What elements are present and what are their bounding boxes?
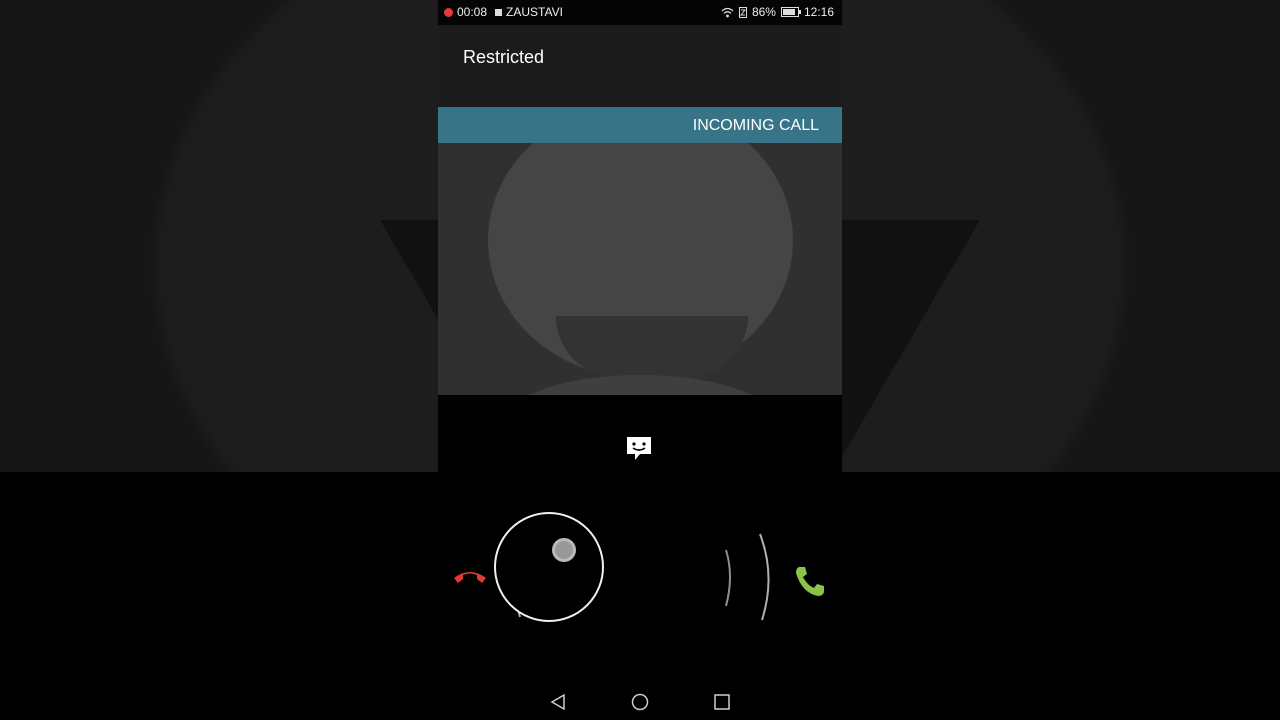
home-icon[interactable] (631, 693, 649, 711)
battery-percent: 86% (751, 5, 776, 19)
swipe-wave-right (725, 533, 770, 621)
call-actions-area (438, 395, 842, 472)
phone-screen: 00:08 ZAUSTAVI 86% 12:16 Restricted INCO… (438, 0, 842, 720)
call-state-label: INCOMING CALL (692, 117, 819, 134)
phone-accept-icon[interactable] (793, 564, 827, 598)
answer-slider[interactable] (438, 472, 842, 652)
clock: 12:16 (803, 5, 834, 19)
caller-header: Restricted (438, 25, 842, 107)
avatar-shoulders (513, 375, 768, 395)
stop-icon (495, 8, 503, 16)
contact-photo-placeholder (438, 143, 842, 395)
slider-handle[interactable] (494, 512, 604, 622)
back-icon[interactable] (549, 693, 567, 711)
recording-dot-icon (444, 7, 453, 17)
avatar-neck (556, 316, 748, 378)
background-shadow-right (840, 220, 980, 460)
status-bar: 00:08 ZAUSTAVI 86% 12:16 (438, 0, 842, 25)
recording-time: 00:08 (457, 5, 488, 19)
quick-reply-message-icon[interactable] (625, 435, 653, 461)
status-icons: 86% 12:16 (721, 5, 834, 19)
battery-icon (780, 7, 801, 17)
navigation-bar (438, 680, 842, 720)
stop-recording-button[interactable]: ZAUSTAVI (506, 5, 563, 19)
handle-knob (552, 538, 576, 562)
wifi-icon (721, 7, 734, 17)
phone-decline-icon[interactable] (452, 568, 488, 586)
recents-icon[interactable] (713, 693, 731, 711)
caller-name: Restricted (463, 47, 545, 67)
screen-recorder-indicator[interactable]: 00:08 ZAUSTAVI (444, 5, 563, 19)
battery-saver-icon (738, 6, 747, 18)
call-state-banner: INCOMING CALL (438, 107, 842, 143)
